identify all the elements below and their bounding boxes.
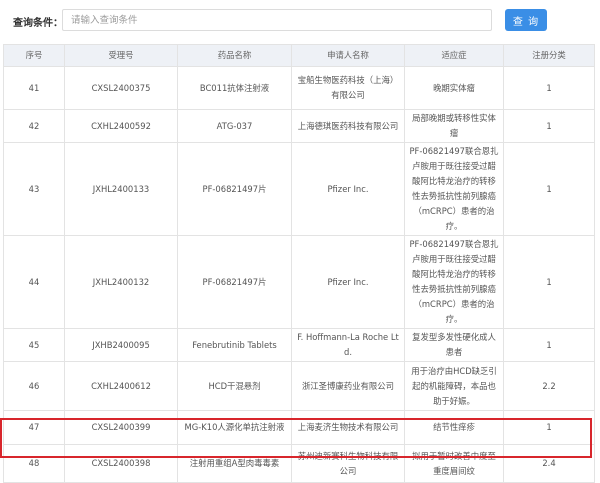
cell-registration-class: 1: [503, 410, 595, 445]
column-header-index: 序号: [3, 44, 65, 67]
cell-index: 48: [3, 444, 65, 483]
column-header-indication: 适应症: [404, 44, 504, 67]
cell-applicant: 上海德琪医药科技有限公司: [291, 109, 405, 143]
table-row: 46 CXHL2400612 HCD干混悬剂 浙江圣博康药业有限公司 用于治疗由…: [3, 361, 595, 411]
cell-indication: 晚期实体瘤: [404, 66, 504, 110]
cell-applicant: 浙江圣博康药业有限公司: [291, 361, 405, 411]
cell-registration-class: 1: [503, 142, 595, 236]
cell-drug-name: Fenebrutinib Tablets: [177, 328, 292, 362]
table-row: 43 JXHL2400133 PF-06821497片 Pfizer Inc. …: [3, 142, 595, 236]
cell-index: 42: [3, 109, 65, 143]
cell-drug-name: ATG-037: [177, 109, 292, 143]
cell-applicant: Pfizer Inc.: [291, 142, 405, 236]
cell-acceptance-no: JXHL2400132: [64, 235, 178, 329]
cell-indication: 结节性痒疹: [404, 410, 504, 445]
column-header-registration-class: 注册分类: [503, 44, 595, 67]
cell-applicant: F. Hoffmann-La Roche Ltd.: [291, 328, 405, 362]
search-label: 查询条件：: [13, 18, 63, 29]
table-row: 42 CXHL2400592 ATG-037 上海德琪医药科技有限公司 局部晚期…: [3, 109, 595, 143]
column-header-applicant: 申请人名称: [291, 44, 405, 67]
cell-registration-class: 2.2: [503, 361, 595, 411]
column-header-acceptance-no: 受理号: [64, 44, 178, 67]
cell-index: 43: [3, 142, 65, 236]
cell-indication: PF-06821497联合恩扎卢胺用于既往接受过醋酸阿比特龙治疗的转移性去势抵抗…: [404, 142, 504, 236]
cell-registration-class: 2.4: [503, 444, 595, 483]
column-header-drug-name: 药品名称: [177, 44, 292, 67]
cell-acceptance-no: JXHB2400095: [64, 328, 178, 362]
cell-applicant: Pfizer Inc.: [291, 235, 405, 329]
cell-index: 45: [3, 328, 65, 362]
cell-index: 44: [3, 235, 65, 329]
cell-index: 46: [3, 361, 65, 411]
cell-indication: 拟用于暂时改善中度至重度眉间纹: [404, 444, 504, 483]
cell-acceptance-no: CXHL2400592: [64, 109, 178, 143]
search-bar: 查询条件： 查 询: [0, 0, 600, 42]
cell-indication: 用于治疗由HCD缺乏引起的机能障碍，本品也助于好娠。: [404, 361, 504, 411]
table-row: 48 CXSL2400398 注射用重组A型肉毒毒素 苏州迪新赛科生物科技有限公…: [3, 444, 595, 483]
cell-acceptance-no: CXSL2400375: [64, 66, 178, 110]
cell-applicant: 宝船生物医药科技（上海）有限公司: [291, 66, 405, 110]
table-row: 45 JXHB2400095 Fenebrutinib Tablets F. H…: [3, 328, 595, 362]
cell-drug-name: 注射用重组A型肉毒毒素: [177, 444, 292, 483]
cell-indication: 局部晚期或转移性实体瘤: [404, 109, 504, 143]
table-row: 41 CXSL2400375 BC011抗体注射液 宝船生物医药科技（上海）有限…: [3, 66, 595, 110]
cell-index: 47: [3, 410, 65, 445]
cell-acceptance-no: JXHL2400133: [64, 142, 178, 236]
cell-indication: 复发型多发性硬化成人患者: [404, 328, 504, 362]
cell-index: 41: [3, 66, 65, 110]
cell-registration-class: 1: [503, 328, 595, 362]
search-button[interactable]: 查 询: [505, 9, 547, 31]
cell-registration-class: 1: [503, 66, 595, 110]
table-row: 44 JXHL2400132 PF-06821497片 Pfizer Inc. …: [3, 235, 595, 329]
cell-drug-name: MG-K10人源化单抗注射液: [177, 410, 292, 445]
cell-drug-name: HCD干混悬剂: [177, 361, 292, 411]
cell-acceptance-no: CXSL2400398: [64, 444, 178, 483]
cell-indication: PF-06821497联合恩扎卢胺用于既往接受过醋酸阿比特龙治疗的转移性去势抵抗…: [404, 235, 504, 329]
search-input[interactable]: [62, 9, 492, 31]
cell-registration-class: 1: [503, 109, 595, 143]
cell-applicant: 苏州迪新赛科生物科技有限公司: [291, 444, 405, 483]
results-table: 序号 受理号 药品名称 申请人名称 适应症 注册分类 41 CXSL240037…: [3, 44, 595, 483]
table-header-row: 序号 受理号 药品名称 申请人名称 适应症 注册分类: [3, 44, 595, 67]
cell-acceptance-no: CXHL2400612: [64, 361, 178, 411]
cell-drug-name: PF-06821497片: [177, 142, 292, 236]
cell-applicant: 上海麦济生物技术有限公司: [291, 410, 405, 445]
cell-drug-name: PF-06821497片: [177, 235, 292, 329]
table-row: 47 CXSL2400399 MG-K10人源化单抗注射液 上海麦济生物技术有限…: [3, 410, 595, 445]
cell-registration-class: 1: [503, 235, 595, 329]
cell-drug-name: BC011抗体注射液: [177, 66, 292, 110]
cell-acceptance-no: CXSL2400399: [64, 410, 178, 445]
